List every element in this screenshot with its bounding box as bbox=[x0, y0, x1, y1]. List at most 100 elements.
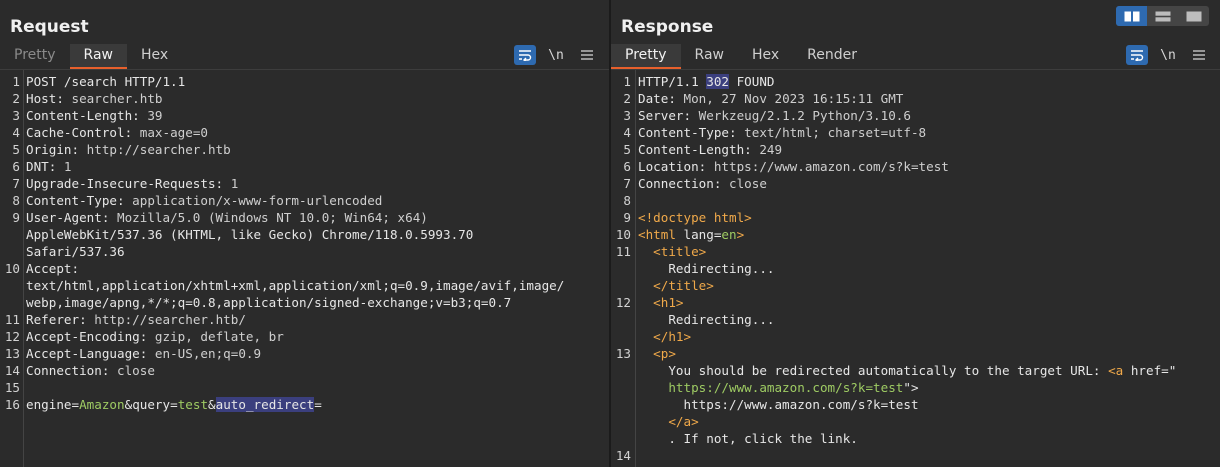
wrap-lines-icon[interactable] bbox=[514, 45, 536, 65]
header-name: Accept: bbox=[26, 261, 80, 276]
code-text: <!doctype html> bbox=[638, 209, 752, 226]
tag-title-open: <title> bbox=[638, 244, 707, 259]
code-text: Referer: http://searcher.htb/ bbox=[26, 311, 246, 328]
single-pane-layout-icon[interactable] bbox=[1178, 6, 1209, 26]
header-value: Mon, 27 Nov 2023 16:15:11 GMT bbox=[675, 91, 904, 106]
header-value: en-US,en;q=0.9 bbox=[147, 346, 262, 361]
code-line: Redirecting... bbox=[611, 260, 1220, 277]
header-name: Location: bbox=[638, 159, 707, 174]
request-editor[interactable]: 1 POST /search HTTP/1.1 2 Host: searcher.ht… bbox=[0, 70, 609, 467]
code-text: Safari/537.36 bbox=[26, 244, 125, 259]
line-number: 14 bbox=[615, 448, 631, 463]
header-value: close bbox=[721, 176, 767, 191]
attr-name: lang= bbox=[675, 227, 722, 242]
hamburger-menu-icon[interactable] bbox=[1188, 45, 1210, 65]
code-line: 5 Origin: http://searcher.htb bbox=[0, 141, 609, 158]
newline-toggle[interactable]: \n bbox=[1157, 45, 1179, 65]
line-number: 3 bbox=[623, 108, 631, 123]
header-name: Host: bbox=[26, 91, 64, 106]
code-line: 12 <h1> bbox=[611, 294, 1220, 311]
code-line: 8 bbox=[611, 192, 1220, 209]
response-editor[interactable]: 1 HTTP/1.1 302 FOUND 2 Date: Mon, 27 Nov 20… bbox=[611, 70, 1220, 467]
response-tab-hex[interactable]: Hex bbox=[738, 44, 793, 70]
param-sep: & bbox=[208, 397, 216, 412]
code-line: Safari/537.36 bbox=[0, 243, 609, 260]
code-text: <title> bbox=[638, 243, 706, 260]
line-number: 11 bbox=[615, 244, 631, 259]
code-text: Date: Mon, 27 Nov 2023 16:15:11 GMT bbox=[638, 90, 903, 107]
param-eq: = bbox=[71, 397, 80, 412]
status-code-highlighted: 302 bbox=[706, 74, 729, 89]
tag-h1-open: <h1> bbox=[638, 295, 684, 310]
line-number: 15 bbox=[4, 380, 20, 395]
response-pane: Response Pretty Raw Hex Render \n 1 HTTP/… bbox=[611, 0, 1220, 467]
code-text: Location: https://www.amazon.com/s?k=tes… bbox=[638, 158, 949, 175]
line-number: 4 bbox=[12, 125, 20, 140]
code-line: 10 <html lang=en> bbox=[611, 226, 1220, 243]
code-line: 3 Server: Werkzeug/2.1.2 Python/3.10.6 bbox=[611, 107, 1220, 124]
header-name: Upgrade-Insecure-Requests: bbox=[26, 176, 224, 191]
side-by-side-layout-icon[interactable] bbox=[1116, 6, 1147, 26]
code-text: POST /search HTTP/1.1 bbox=[26, 74, 186, 89]
header-value: 1 bbox=[56, 159, 72, 174]
line-number: 13 bbox=[4, 346, 20, 361]
line-number: 1 bbox=[12, 74, 20, 89]
header-name: Connection: bbox=[26, 363, 110, 378]
code-line: 8 Content-Type: application/x-www-form-ur… bbox=[0, 192, 609, 209]
code-text: You should be redirected automatically t… bbox=[638, 362, 1176, 379]
code-text: HTTP/1.1 302 FOUND bbox=[638, 73, 775, 90]
param-value: Amazon bbox=[79, 397, 125, 412]
header-name: Accept-Encoding: bbox=[26, 329, 148, 344]
line-number: 7 bbox=[12, 176, 20, 191]
code-line: 15 bbox=[0, 379, 609, 396]
code-text: Redirecting... bbox=[638, 311, 774, 328]
code-line: 10 Accept: bbox=[0, 260, 609, 277]
param-name-highlighted: auto_redirect bbox=[215, 397, 315, 412]
code-text: DNT: 1 bbox=[26, 158, 72, 175]
attr-quote: " bbox=[1168, 363, 1177, 378]
line-number: 8 bbox=[623, 193, 631, 208]
code-text: Accept: bbox=[26, 260, 79, 277]
header-name: Cache-Control: bbox=[26, 125, 133, 140]
code-line: 9 User-Agent: Mozilla/5.0 (Windows NT 10.… bbox=[0, 209, 609, 226]
header-value: close bbox=[109, 363, 155, 378]
code-line: https://www.amazon.com/s?k=test"> bbox=[611, 379, 1220, 396]
code-text: Upgrade-Insecure-Requests: 1 bbox=[26, 175, 238, 192]
stacked-layout-icon[interactable] bbox=[1147, 6, 1178, 26]
code-line: 13 <p> bbox=[611, 345, 1220, 362]
code-text: Host: searcher.htb bbox=[26, 90, 163, 107]
param-value: test bbox=[177, 397, 209, 412]
code-text: </h1> bbox=[638, 328, 691, 345]
header-name: Referer: bbox=[26, 312, 87, 327]
code-line: 9 <!doctype html> bbox=[611, 209, 1220, 226]
header-value: gzip, deflate, br bbox=[147, 329, 284, 344]
code-line: </title> bbox=[611, 277, 1220, 294]
wrap-lines-icon[interactable] bbox=[1126, 45, 1148, 65]
text-node: Redirecting... bbox=[638, 261, 775, 276]
response-tab-render[interactable]: Render bbox=[793, 44, 871, 70]
code-text: <p> bbox=[638, 345, 676, 362]
attr-value: en bbox=[721, 227, 737, 242]
tag-a-close: </a> bbox=[638, 414, 699, 429]
code-line: </h1> bbox=[611, 328, 1220, 345]
line-number: 5 bbox=[12, 142, 20, 157]
tag-close: "> bbox=[903, 380, 919, 395]
code-text: Content-Length: 249 bbox=[638, 141, 782, 158]
response-tab-raw[interactable]: Raw bbox=[681, 44, 738, 70]
request-tab-pretty[interactable]: Pretty bbox=[0, 44, 70, 70]
response-title: Response bbox=[621, 17, 714, 37]
code-text: Accept-Encoding: gzip, deflate, br bbox=[26, 328, 284, 345]
request-tab-hex[interactable]: Hex bbox=[127, 44, 182, 70]
code-line: Redirecting... bbox=[611, 311, 1220, 328]
request-title: Request bbox=[10, 17, 89, 37]
response-toolbar: \n bbox=[1126, 44, 1219, 66]
text-node: You should be redirected automatically t… bbox=[638, 363, 1109, 378]
line-number: 8 bbox=[12, 193, 20, 208]
code-text: Connection: close bbox=[26, 362, 155, 379]
code-text: Redirecting... bbox=[638, 260, 774, 277]
request-tab-raw[interactable]: Raw bbox=[69, 44, 127, 70]
newline-toggle[interactable]: \n bbox=[545, 45, 567, 65]
tag-open: <html bbox=[638, 227, 676, 242]
response-tab-pretty[interactable]: Pretty bbox=[611, 44, 681, 70]
hamburger-menu-icon[interactable] bbox=[576, 45, 598, 65]
